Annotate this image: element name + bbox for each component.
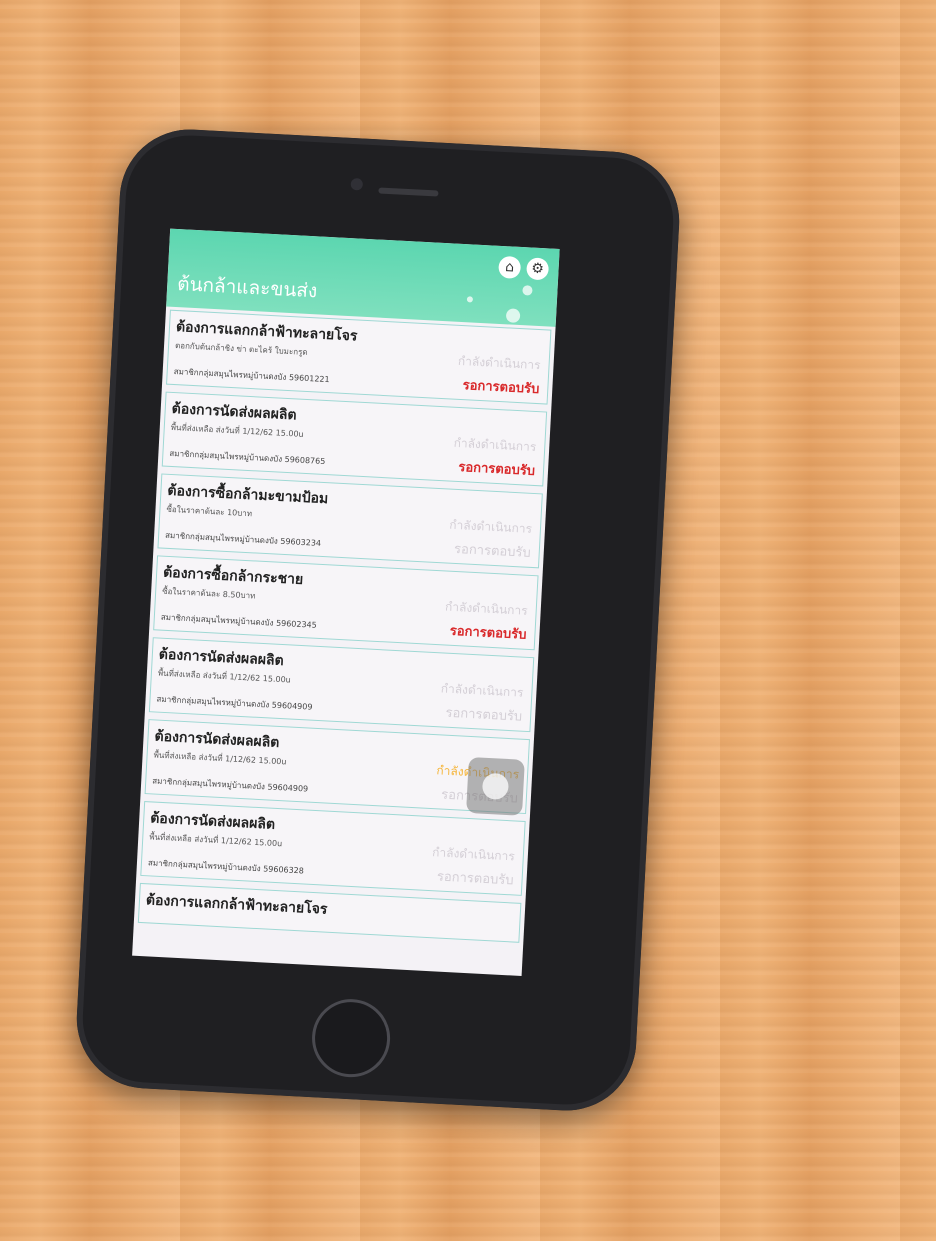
request-card[interactable]: ต้องการนัดส่งผลผลิต พื้นที่ส่งเหลือ ส่งว…	[148, 637, 535, 733]
status-awaiting[interactable]: รอการตอบรับ	[462, 374, 540, 399]
card-title: ต้องการแลกกล้าฟ้าทะลายโจร	[145, 892, 328, 918]
app-screen: ⌂ ⚙ ต้นกล้าและขนส่ง ต้องการแลกกล้าฟ้าทะล…	[132, 228, 560, 977]
earpiece-speaker	[378, 187, 439, 197]
home-icon[interactable]: ⌂	[498, 255, 522, 279]
decor-bubble	[466, 296, 474, 303]
status-awaiting[interactable]: รอการตอบรับ	[454, 538, 532, 563]
card-member: สมาชิกกลุ่มสมุนไพรหมู่บ้านดงบัง 59606328	[147, 858, 305, 876]
status-in-progress[interactable]: กำลังดำเนินการ	[449, 516, 533, 539]
request-card[interactable]: ต้องการซื้อกล้ามะขามป้อม ซื้อในราคาต้นละ…	[157, 473, 543, 569]
assistive-touch-icon	[481, 772, 510, 801]
card-member: สมาชิกกลุ่มสมุนไพรหมู่บ้านดงบัง 59604909	[152, 776, 309, 794]
decor-bubble	[522, 285, 533, 296]
status-in-progress[interactable]: กำลังดำเนินการ	[432, 843, 516, 866]
status-awaiting[interactable]: รอการตอบรับ	[445, 702, 523, 727]
gear-icon[interactable]: ⚙	[526, 257, 550, 281]
phone-device: ⌂ ⚙ ต้นกล้าและขนส่ง ต้องการแลกกล้าฟ้าทะล…	[73, 126, 683, 1114]
request-card[interactable]: ต้องการนัดส่งผลผลิต พื้นที่ส่งเหลือ ส่งว…	[140, 801, 526, 896]
assistive-touch-button[interactable]	[466, 756, 525, 816]
request-list: ต้องการแลกกล้าฟ้าทะลายโจร ตอกกับต้นกล้าช…	[134, 306, 556, 943]
status-awaiting[interactable]: รอการตอบรับ	[449, 620, 527, 645]
card-member: สมาชิกกลุ่มสมุนไพรหมู่บ้านดงบัง 59601221	[173, 366, 330, 385]
status-in-progress[interactable]: กำลังดำเนินการ	[440, 679, 524, 702]
request-card[interactable]: ต้องการแลกกล้าฟ้าทะลายโจร ตอกกับต้นกล้าช…	[166, 309, 552, 405]
card-member: สมาชิกกลุ่มสมุนไพรหมู่บ้านดงบัง 59602345	[160, 612, 317, 630]
status-in-progress[interactable]: กำลังดำเนินการ	[453, 434, 537, 457]
page-title: ต้นกล้าและขนส่ง	[176, 273, 318, 303]
status-in-progress[interactable]: กำลังดำเนินการ	[445, 598, 529, 621]
status-awaiting[interactable]: รอการตอบรับ	[436, 865, 514, 890]
card-member: สมาชิกกลุ่มสมุนไพรหมู่บ้านดงบัง 59608765	[169, 448, 326, 467]
home-button[interactable]	[310, 997, 393, 1080]
status-in-progress[interactable]: กำลังดำเนินการ	[457, 352, 541, 375]
status-awaiting[interactable]: รอการตอบรับ	[458, 456, 536, 481]
card-member: สมาชิกกลุ่มสมุนไพรหมู่บ้านดงบัง 59604909	[156, 694, 313, 712]
front-camera	[350, 177, 364, 191]
card-member: สมาชิกกลุ่มสมุนไพรหมู่บ้านดงบัง 59603234	[164, 530, 322, 548]
request-card[interactable]: ต้องการซื้อกล้ากระชาย ซื้อในราคาต้นละ 8.…	[153, 555, 539, 651]
request-card[interactable]: ต้องการนัดส่งผลผลิต พื้นที่ส่งเหลือ ส่งว…	[161, 391, 548, 487]
decor-bubble	[505, 308, 521, 324]
